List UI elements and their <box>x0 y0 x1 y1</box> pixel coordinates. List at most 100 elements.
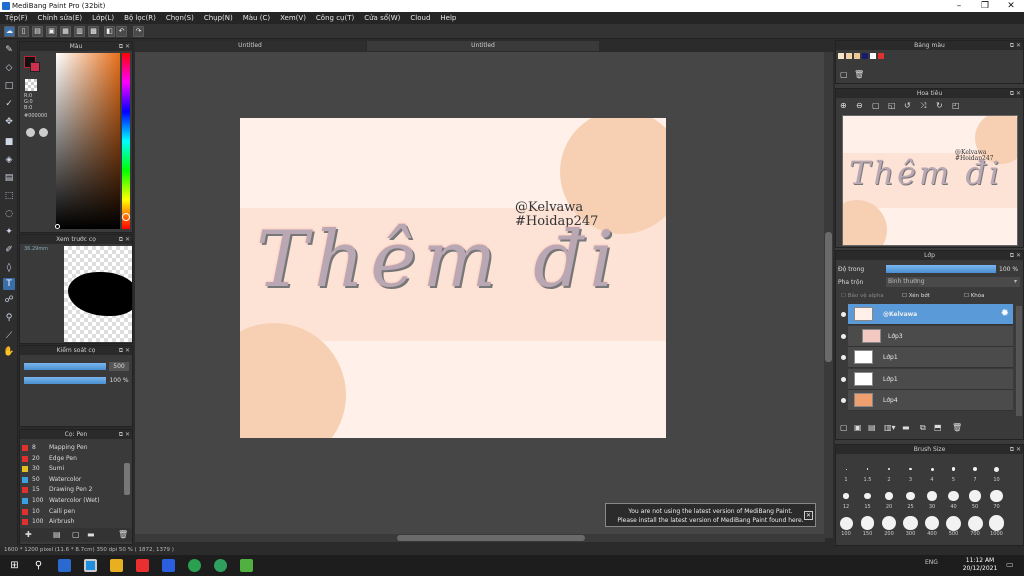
lock-checkbox[interactable]: ☐ Khóa <box>964 293 985 299</box>
fit-window-icon[interactable]: ▢ <box>872 101 880 110</box>
horizontal-scrollbar[interactable] <box>135 534 825 542</box>
save-icon[interactable]: ▣ <box>46 26 57 37</box>
zoom-in-icon[interactable]: ⊕ <box>840 101 847 110</box>
app-icon-4[interactable] <box>240 559 253 572</box>
chrome-icon[interactable] <box>188 559 201 572</box>
brush-size-option[interactable] <box>906 491 915 501</box>
navigator-thumbnail[interactable]: @Kelvawa #Hoidap247 Thêm đi <box>842 115 1018 246</box>
brush-size-option[interactable] <box>967 515 983 531</box>
brush-size-option[interactable] <box>951 467 956 471</box>
medibang-taskbar-icon[interactable] <box>84 559 97 572</box>
maximize-button[interactable]: ❐ <box>972 0 998 12</box>
tab-untitled-2[interactable]: Untitled <box>367 41 599 51</box>
rotate-left-icon[interactable]: ↺ <box>904 101 911 110</box>
vertical-scroll-thumb[interactable] <box>825 232 832 362</box>
brush-opacity-slider[interactable] <box>24 377 106 384</box>
panel-close-icon[interactable]: ⧉ ✕ <box>119 346 130 355</box>
layer-row[interactable]: Lớp3 <box>841 325 1013 347</box>
brush-size-option[interactable] <box>930 467 934 471</box>
eraser-tool-icon[interactable]: ◇ <box>3 62 15 74</box>
brush-size-option[interactable] <box>843 493 849 499</box>
brush-size-option[interactable] <box>973 467 977 471</box>
artwork-canvas[interactable]: @Kelvawa #Hoidap247 Thêm đi <box>240 118 666 438</box>
brush-size-option[interactable] <box>845 468 847 470</box>
grid-icon[interactable]: ▦ <box>60 26 71 37</box>
move-tool-icon[interactable]: ✥ <box>3 116 15 128</box>
saturation-value-picker[interactable] <box>56 53 120 229</box>
delete-brush-icon[interactable]: 🗑 <box>118 530 128 539</box>
layer-row[interactable]: Lớp1 <box>841 368 1013 390</box>
brush-size-option[interactable] <box>864 492 871 500</box>
update-notification[interactable]: You are not using the latest version of … <box>605 503 816 527</box>
add-layer-dropdown-icon[interactable]: ▥▾ <box>884 423 896 432</box>
menu-color[interactable]: Màu (C) <box>238 14 275 22</box>
cloud-icon[interactable]: ☁ <box>4 26 15 37</box>
menu-help[interactable]: Help <box>435 14 461 22</box>
add-palette-icon[interactable]: ▢ <box>840 70 848 79</box>
brush-tool-icon[interactable]: ✎ <box>3 44 15 56</box>
panel-close-icon[interactable]: ⧉ ✕ <box>1010 251 1021 260</box>
brush-size-option[interactable] <box>839 516 853 530</box>
windows-start-icon[interactable]: ⊞ <box>8 559 21 572</box>
magic-wand-icon[interactable]: ✦ <box>3 226 15 238</box>
merge-layer-icon[interactable]: ⬒ <box>934 423 942 432</box>
brush-list-item[interactable]: 100 Airbrush <box>20 517 124 527</box>
fill-rect-tool-icon[interactable]: ■ <box>3 136 15 148</box>
folder-icon[interactable] <box>110 559 123 572</box>
palette-swatch[interactable] <box>854 53 860 59</box>
brush-list-item[interactable]: 20 Edge Pen <box>20 454 124 464</box>
menu-layer[interactable]: Lớp(L) <box>87 14 119 22</box>
gradient-tool-icon[interactable]: ▤ <box>3 172 15 184</box>
delete-layer-icon[interactable]: 🗑 <box>952 423 962 432</box>
menu-filter[interactable]: Bộ lọc(R) <box>119 14 161 22</box>
panel-close-icon[interactable]: ⧉ ✕ <box>1010 89 1021 98</box>
chrome-icon-2[interactable] <box>214 559 227 572</box>
notification-close-icon[interactable]: ✕ <box>804 511 813 520</box>
copy-brush-icon[interactable]: ▢ <box>72 530 80 539</box>
layer-row[interactable]: Lớp1 <box>841 347 1013 368</box>
layout-icon[interactable]: ▥ <box>74 26 85 37</box>
actual-size-icon[interactable]: ◱ <box>888 101 896 110</box>
brush-size-option[interactable] <box>885 492 893 500</box>
menu-file[interactable]: Tệp(F) <box>0 14 33 22</box>
undo-icon[interactable]: ↶ <box>116 26 127 37</box>
layer-row[interactable]: @Kelvawa ✹ <box>841 304 1013 325</box>
eyedropper-icon[interactable]: ⚲ <box>3 312 15 324</box>
brush-size-option[interactable] <box>990 489 1003 503</box>
brush-size-option[interactable] <box>927 491 937 501</box>
app-icon-1[interactable] <box>58 559 71 572</box>
brush-size-option[interactable] <box>988 515 1005 531</box>
brush-size-option[interactable] <box>866 468 869 470</box>
brush-size-option[interactable] <box>860 516 875 530</box>
add-brush-icon[interactable]: ✚ <box>25 530 32 539</box>
color-settings-icon[interactable] <box>39 128 48 137</box>
app-icon-2[interactable] <box>136 559 149 572</box>
layer-row[interactable]: Lớp4 <box>841 390 1013 411</box>
palette-swatch[interactable] <box>862 53 868 59</box>
panel-close-icon[interactable]: ⧉ ✕ <box>119 235 130 244</box>
close-window-button[interactable]: ✕ <box>998 0 1024 12</box>
dot-tool-icon[interactable]: □ <box>3 80 15 92</box>
lasso-icon[interactable]: ◌ <box>3 208 15 220</box>
brush-size-option[interactable] <box>994 466 999 472</box>
bucket-tool-icon[interactable]: ◈ <box>3 154 15 166</box>
blend-mode-select[interactable]: Bình thường ▾ <box>886 277 1020 287</box>
brush-size-option[interactable] <box>946 515 961 531</box>
layer-settings-icon[interactable]: ✹ <box>1001 308 1009 319</box>
color-picker-cursor[interactable] <box>55 224 60 229</box>
menu-view[interactable]: Xem(V) <box>275 14 311 22</box>
background-color-swatch[interactable] <box>30 62 40 72</box>
layer-list-scrollbar[interactable] <box>1016 306 1022 416</box>
new-file-icon[interactable]: ▯ <box>18 26 29 37</box>
menu-tools[interactable]: Công cụ(T) <box>311 14 359 22</box>
brush-list-item[interactable]: 15 Drawing Pen 2 <box>20 485 124 495</box>
brush-size-option[interactable] <box>909 467 912 471</box>
select-rect-icon[interactable]: ⬚ <box>3 190 15 202</box>
panel-close-icon[interactable]: ⧉ ✕ <box>1010 41 1021 50</box>
brush-size-option[interactable] <box>924 515 940 531</box>
palette-swatch[interactable] <box>846 53 852 59</box>
brush-size-option[interactable] <box>888 468 890 470</box>
app-icon-3[interactable] <box>162 559 175 572</box>
new-halftone-layer-icon[interactable]: ▣ <box>854 423 862 432</box>
brush-settings-icon[interactable]: ▤ <box>53 530 61 539</box>
